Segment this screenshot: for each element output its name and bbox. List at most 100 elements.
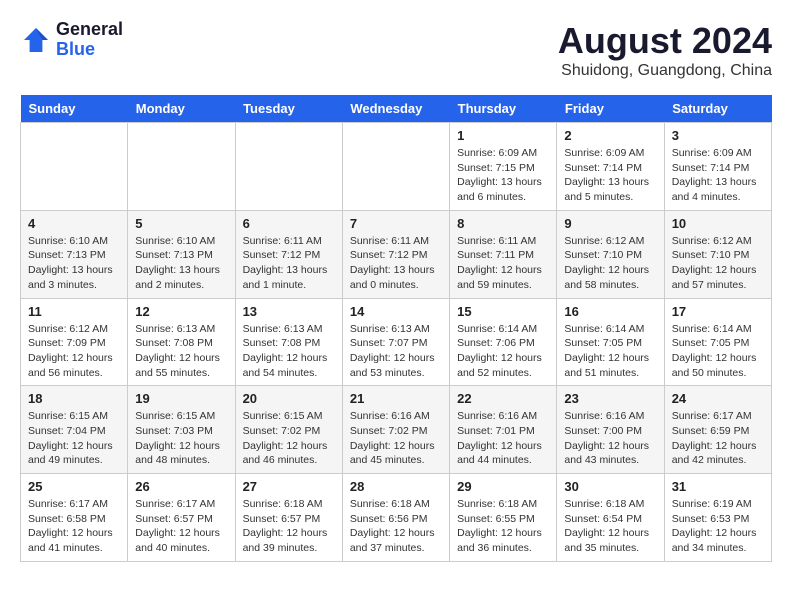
- calendar-cell: [21, 123, 128, 211]
- day-info: Sunrise: 6:10 AM Sunset: 7:13 PM Dayligh…: [28, 234, 120, 293]
- calendar-cell: 29 Sunrise: 6:18 AM Sunset: 6:55 PM Dayli…: [450, 474, 557, 562]
- day-info: Sunrise: 6:13 AM Sunset: 7:08 PM Dayligh…: [135, 322, 227, 381]
- weekday-header: Friday: [557, 95, 664, 123]
- calendar-cell: 27 Sunrise: 6:18 AM Sunset: 6:57 PM Dayli…: [235, 474, 342, 562]
- day-info: Sunrise: 6:18 AM Sunset: 6:55 PM Dayligh…: [457, 497, 549, 556]
- calendar-cell: 2 Sunrise: 6:09 AM Sunset: 7:14 PM Daylig…: [557, 123, 664, 211]
- calendar-cell: 8Sunrise: 6:11 AM Sunset: 7:11 PM Daylig…: [450, 210, 557, 298]
- calendar-cell: 30 Sunrise: 6:18 AM Sunset: 6:54 PM Dayli…: [557, 474, 664, 562]
- calendar-cell: 14 Sunrise: 6:13 AM Sunset: 7:07 PM Dayli…: [342, 298, 449, 386]
- weekday-header: Wednesday: [342, 95, 449, 123]
- day-number: 26: [135, 479, 227, 494]
- day-info: Sunrise: 6:13 AM Sunset: 7:08 PM Dayligh…: [243, 322, 335, 381]
- day-number: 23: [564, 391, 656, 406]
- calendar-week-row: 18 Sunrise: 6:15 AM Sunset: 7:04 PM Dayli…: [21, 386, 772, 474]
- calendar-cell: 17 Sunrise: 6:14 AM Sunset: 7:05 PM Dayli…: [664, 298, 771, 386]
- calendar-cell: 28 Sunrise: 6:18 AM Sunset: 6:56 PM Dayli…: [342, 474, 449, 562]
- title-block: August 2024 Shuidong, Guangdong, China: [558, 20, 772, 80]
- day-info: Sunrise: 6:11 AM Sunset: 7:12 PM Dayligh…: [243, 234, 335, 293]
- page-header: General Blue August 2024 Shuidong, Guang…: [20, 20, 772, 80]
- day-number: 1: [457, 128, 549, 143]
- day-number: 30: [564, 479, 656, 494]
- day-number: 21: [350, 391, 442, 406]
- weekday-header: Saturday: [664, 95, 771, 123]
- day-number: 13: [243, 304, 335, 319]
- day-number: 16: [564, 304, 656, 319]
- day-info: Sunrise: 6:11 AM Sunset: 7:12 PM Dayligh…: [350, 234, 442, 293]
- logo-icon: [20, 24, 52, 56]
- calendar-cell: [128, 123, 235, 211]
- day-info: Sunrise: 6:12 AM Sunset: 7:09 PM Dayligh…: [28, 322, 120, 381]
- month-year-title: August 2024: [558, 20, 772, 62]
- day-number: 29: [457, 479, 549, 494]
- weekday-header: Tuesday: [235, 95, 342, 123]
- calendar-cell: 12 Sunrise: 6:13 AM Sunset: 7:08 PM Dayli…: [128, 298, 235, 386]
- day-number: 15: [457, 304, 549, 319]
- day-number: 28: [350, 479, 442, 494]
- day-number: 27: [243, 479, 335, 494]
- calendar-cell: 10 Sunrise: 6:12 AM Sunset: 7:10 PM Dayli…: [664, 210, 771, 298]
- calendar-cell: 24 Sunrise: 6:17 AM Sunset: 6:59 PM Dayli…: [664, 386, 771, 474]
- calendar-week-row: 1Sunrise: 6:09 AM Sunset: 7:15 PM Daylig…: [21, 123, 772, 211]
- calendar-cell: [342, 123, 449, 211]
- calendar-cell: 18 Sunrise: 6:15 AM Sunset: 7:04 PM Dayli…: [21, 386, 128, 474]
- day-number: 17: [672, 304, 764, 319]
- calendar-cell: 9 Sunrise: 6:12 AM Sunset: 7:10 PM Daylig…: [557, 210, 664, 298]
- logo-text: General Blue: [56, 20, 123, 60]
- calendar-cell: 31Sunrise: 6:19 AM Sunset: 6:53 PM Dayli…: [664, 474, 771, 562]
- day-info: Sunrise: 6:15 AM Sunset: 7:02 PM Dayligh…: [243, 409, 335, 468]
- calendar-cell: 5Sunrise: 6:10 AM Sunset: 7:13 PM Daylig…: [128, 210, 235, 298]
- day-number: 18: [28, 391, 120, 406]
- calendar-cell: 20 Sunrise: 6:15 AM Sunset: 7:02 PM Dayli…: [235, 386, 342, 474]
- day-info: Sunrise: 6:16 AM Sunset: 7:02 PM Dayligh…: [350, 409, 442, 468]
- calendar-cell: 3 Sunrise: 6:09 AM Sunset: 7:14 PM Daylig…: [664, 123, 771, 211]
- calendar-cell: 11 Sunrise: 6:12 AM Sunset: 7:09 PM Dayli…: [21, 298, 128, 386]
- day-number: 22: [457, 391, 549, 406]
- day-info: Sunrise: 6:18 AM Sunset: 6:57 PM Dayligh…: [243, 497, 335, 556]
- location-subtitle: Shuidong, Guangdong, China: [558, 62, 772, 80]
- calendar-cell: 1Sunrise: 6:09 AM Sunset: 7:15 PM Daylig…: [450, 123, 557, 211]
- day-info: Sunrise: 6:17 AM Sunset: 6:58 PM Dayligh…: [28, 497, 120, 556]
- day-number: 20: [243, 391, 335, 406]
- day-info: Sunrise: 6:13 AM Sunset: 7:07 PM Dayligh…: [350, 322, 442, 381]
- calendar-cell: 13 Sunrise: 6:13 AM Sunset: 7:08 PM Dayli…: [235, 298, 342, 386]
- calendar-cell: 15Sunrise: 6:14 AM Sunset: 7:06 PM Dayli…: [450, 298, 557, 386]
- day-info: Sunrise: 6:15 AM Sunset: 7:04 PM Dayligh…: [28, 409, 120, 468]
- day-info: Sunrise: 6:19 AM Sunset: 6:53 PM Dayligh…: [672, 497, 764, 556]
- calendar-cell: [235, 123, 342, 211]
- calendar-cell: 23Sunrise: 6:16 AM Sunset: 7:00 PM Dayli…: [557, 386, 664, 474]
- calendar-table: SundayMondayTuesdayWednesdayThursdayFrid…: [20, 95, 772, 562]
- day-info: Sunrise: 6:09 AM Sunset: 7:14 PM Dayligh…: [564, 146, 656, 205]
- day-number: 24: [672, 391, 764, 406]
- day-number: 25: [28, 479, 120, 494]
- calendar-cell: 22 Sunrise: 6:16 AM Sunset: 7:01 PM Dayli…: [450, 386, 557, 474]
- day-info: Sunrise: 6:18 AM Sunset: 6:56 PM Dayligh…: [350, 497, 442, 556]
- day-info: Sunrise: 6:09 AM Sunset: 7:14 PM Dayligh…: [672, 146, 764, 205]
- day-number: 2: [564, 128, 656, 143]
- weekday-header-row: SundayMondayTuesdayWednesdayThursdayFrid…: [21, 95, 772, 123]
- day-number: 5: [135, 216, 227, 231]
- day-info: Sunrise: 6:15 AM Sunset: 7:03 PM Dayligh…: [135, 409, 227, 468]
- day-info: Sunrise: 6:14 AM Sunset: 7:05 PM Dayligh…: [672, 322, 764, 381]
- calendar-cell: 6 Sunrise: 6:11 AM Sunset: 7:12 PM Daylig…: [235, 210, 342, 298]
- calendar-cell: 25 Sunrise: 6:17 AM Sunset: 6:58 PM Dayli…: [21, 474, 128, 562]
- day-number: 11: [28, 304, 120, 319]
- day-number: 4: [28, 216, 120, 231]
- day-info: Sunrise: 6:12 AM Sunset: 7:10 PM Dayligh…: [672, 234, 764, 293]
- day-info: Sunrise: 6:18 AM Sunset: 6:54 PM Dayligh…: [564, 497, 656, 556]
- day-number: 9: [564, 216, 656, 231]
- day-info: Sunrise: 6:16 AM Sunset: 7:01 PM Dayligh…: [457, 409, 549, 468]
- day-number: 3: [672, 128, 764, 143]
- calendar-week-row: 11 Sunrise: 6:12 AM Sunset: 7:09 PM Dayli…: [21, 298, 772, 386]
- day-number: 12: [135, 304, 227, 319]
- day-info: Sunrise: 6:17 AM Sunset: 6:59 PM Dayligh…: [672, 409, 764, 468]
- calendar-week-row: 4 Sunrise: 6:10 AM Sunset: 7:13 PM Daylig…: [21, 210, 772, 298]
- calendar-cell: 26 Sunrise: 6:17 AM Sunset: 6:57 PM Dayli…: [128, 474, 235, 562]
- day-number: 14: [350, 304, 442, 319]
- day-number: 10: [672, 216, 764, 231]
- day-info: Sunrise: 6:17 AM Sunset: 6:57 PM Dayligh…: [135, 497, 227, 556]
- day-number: 6: [243, 216, 335, 231]
- day-number: 19: [135, 391, 227, 406]
- weekday-header: Monday: [128, 95, 235, 123]
- day-info: Sunrise: 6:12 AM Sunset: 7:10 PM Dayligh…: [564, 234, 656, 293]
